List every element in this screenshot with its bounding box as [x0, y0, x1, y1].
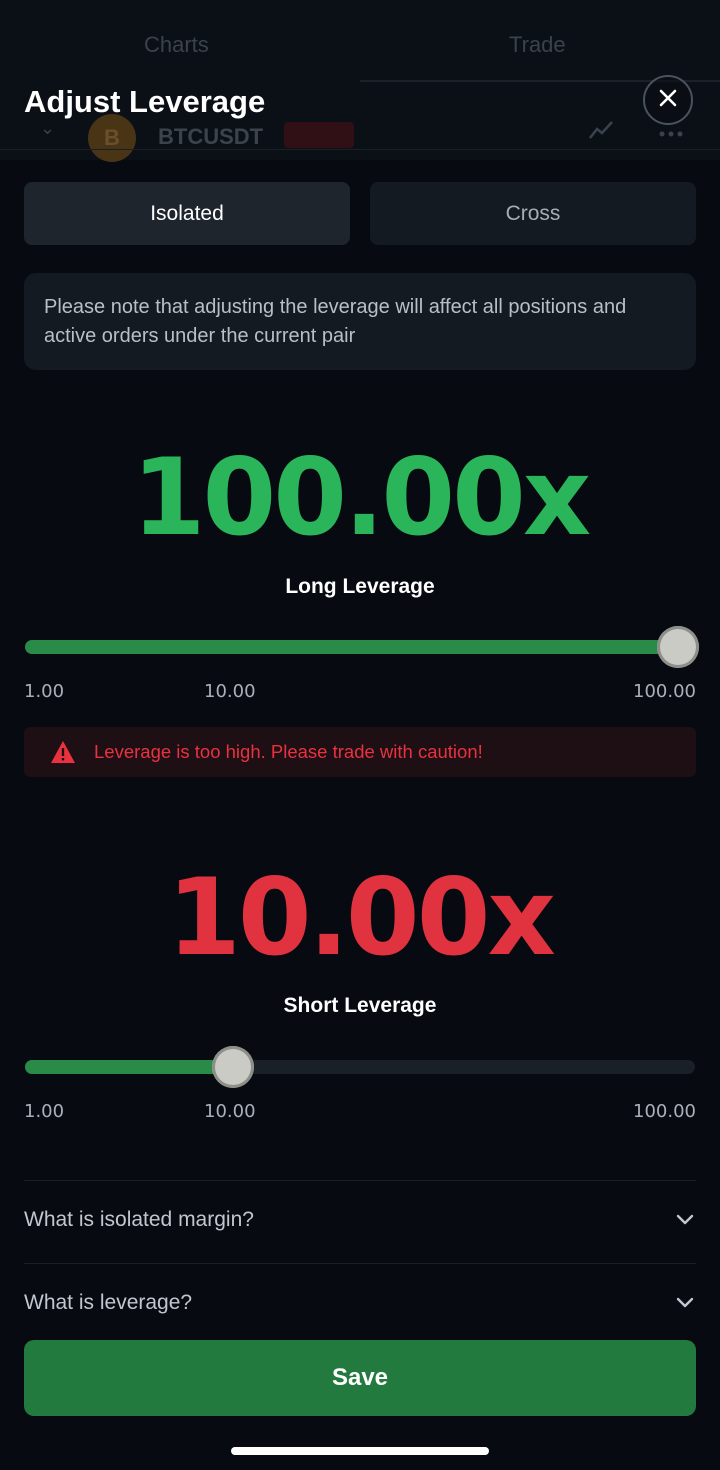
background-screen: Charts Trade ⌄ B BTCUSDT — [0, 0, 720, 162]
tick-label: 10.00 — [204, 1101, 256, 1122]
isolated-mode-button[interactable]: Isolated — [24, 182, 350, 245]
header-divider — [0, 149, 720, 150]
slider-thumb[interactable] — [657, 626, 699, 668]
chevron-down-icon — [674, 1292, 696, 1314]
faq-isolated-margin[interactable]: What is isolated margin? — [24, 1190, 696, 1250]
short-slider-ticks: 1.00 10.00 100.00 — [24, 1101, 696, 1125]
faq-question: What is leverage? — [24, 1291, 193, 1314]
long-leverage-slider[interactable] — [25, 626, 699, 668]
close-button[interactable] — [643, 75, 693, 125]
bg-tab-trade: Trade — [509, 32, 566, 57]
faq-leverage[interactable]: What is leverage? — [24, 1273, 696, 1333]
modal-title: Adjust Leverage — [24, 84, 266, 119]
bitcoin-icon: B — [88, 114, 136, 162]
short-leverage-slider[interactable] — [25, 1046, 695, 1088]
close-icon — [658, 88, 678, 113]
faq-divider — [24, 1263, 696, 1264]
bg-chevron-down-icon: ⌄ — [40, 118, 56, 138]
long-slider-ticks: 1.00 10.00 100.00 — [24, 681, 696, 705]
tick-label: 10.00 — [204, 681, 256, 702]
short-leverage-label: Short Leverage — [283, 994, 437, 1017]
long-leverage-value: 100.00x — [131, 436, 591, 559]
leverage-notice: Please note that adjusting the leverage … — [24, 273, 696, 370]
chevron-down-icon — [674, 1209, 696, 1231]
tick-label: 1.00 — [24, 1101, 65, 1122]
save-button[interactable]: Save — [24, 1340, 696, 1416]
cross-mode-button[interactable]: Cross — [370, 182, 696, 245]
long-leverage-label: Long Leverage — [285, 575, 435, 598]
bg-pair-name: BTCUSDT — [158, 124, 264, 149]
warning-triangle-icon — [50, 740, 76, 764]
bg-tab-charts: Charts — [144, 32, 209, 57]
bg-chart-icon — [588, 120, 614, 145]
tick-label: 1.00 — [24, 681, 65, 702]
slider-thumb[interactable] — [212, 1046, 254, 1088]
slider-fill — [25, 640, 695, 654]
tick-label: 100.00 — [633, 681, 696, 702]
home-indicator — [231, 1447, 489, 1455]
high-leverage-warning: Leverage is too high. Please trade with … — [24, 727, 696, 777]
slider-fill — [25, 1060, 233, 1074]
short-leverage-value: 10.00x — [167, 856, 556, 979]
warning-text: Leverage is too high. Please trade with … — [94, 741, 483, 762]
faq-divider — [24, 1180, 696, 1181]
tick-label: 100.00 — [633, 1101, 696, 1122]
faq-question: What is isolated margin? — [24, 1208, 254, 1231]
bg-change-badge — [284, 122, 354, 148]
